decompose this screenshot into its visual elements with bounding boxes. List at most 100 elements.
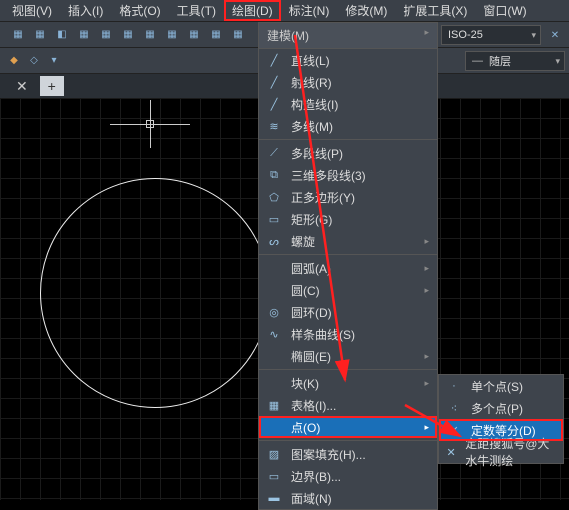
submenu-item-icon: ⁖ [445, 400, 463, 416]
tool-icon[interactable]: ▦ [8, 25, 28, 45]
menu-item-label: 边界(B)... [291, 468, 429, 485]
menu-tools[interactable]: 工具(T) [169, 0, 224, 21]
tool-dropdown-icon[interactable]: ▾ [44, 51, 64, 71]
menu-item[interactable]: ⟋ 多段线(P) [259, 142, 437, 164]
tool-icon[interactable]: ▦ [96, 25, 116, 45]
tool-icon[interactable]: ▦ [118, 25, 138, 45]
submenu-arrow-icon: ▸ [424, 236, 429, 247]
tab-new-button[interactable]: + [40, 76, 64, 96]
menu-item-label: 圆(C) [291, 282, 416, 299]
menu-item-label: 多段线(P) [291, 145, 429, 162]
submenu-arrow-icon: ▸ [424, 422, 429, 433]
menu-item-icon [265, 375, 283, 391]
menu-item-icon: ▦ [265, 397, 283, 413]
menu-item[interactable]: ▭ 矩形(G) [259, 208, 437, 230]
menu-item-icon [265, 419, 283, 435]
menubar: 视图(V) 插入(I) 格式(O) 工具(T) 绘图(D) 标注(N) 修改(M… [0, 0, 569, 22]
tool-icon[interactable]: ▦ [162, 25, 182, 45]
menu-draw[interactable]: 绘图(D) [224, 0, 281, 21]
menu-item[interactable]: ᔕ螺旋▸ [259, 230, 437, 252]
menu-item[interactable]: 点(O) ▸ [259, 416, 437, 438]
menu-item-icon: ╱ [265, 52, 283, 68]
submenu-item[interactable]: ·单个点(S) [439, 375, 563, 397]
menu-item-label: 三维多段线(3) [291, 167, 429, 184]
tool-icon[interactable]: ▦ [74, 25, 94, 45]
menu-item[interactable]: ▬面域(N) [259, 487, 437, 509]
menu-item-icon: ≋ [265, 118, 283, 134]
menu-item-icon: ⬠ [265, 189, 283, 205]
menu-item[interactable]: 椭圆(E)▸ [259, 345, 437, 367]
menu-item[interactable]: ⬠正多边形(Y) [259, 186, 437, 208]
menu-item-icon: ᔕ [265, 233, 283, 249]
menu-item[interactable]: 圆(C) ▸ [259, 279, 437, 301]
submenu-arrow-icon: ▸ [424, 351, 429, 362]
menu-item-label: 样条曲线(S) [291, 326, 429, 343]
menu-item[interactable]: 块(K)▸ [259, 372, 437, 394]
menu-item[interactable]: ≋ 多线(M) [259, 115, 437, 137]
menu-item[interactable]: ⧉ 三维多段线(3) [259, 164, 437, 186]
menu-annotate[interactable]: 标注(N) [281, 0, 338, 21]
menu-item-icon: ⧉ [265, 167, 283, 183]
menu-item-icon [265, 260, 283, 276]
draw-dropdown-menu: 建模(M) ▸ ╱直线(L)╱射线(R)╱构造线(I)≋多线(M)⟋多段线(P)… [258, 22, 438, 510]
menu-item[interactable]: 圆弧(A) ▸ [259, 257, 437, 279]
menu-item-label: 块(K) [291, 375, 416, 392]
submenu-item-label: 多个点(P) [471, 400, 523, 417]
menu-item-label: 点(O) [291, 419, 416, 436]
menu-item-label: 圆弧(A) [291, 260, 416, 277]
layer-icon[interactable]: ◆ [4, 51, 24, 71]
tab-close-button[interactable]: ✕ [8, 76, 36, 97]
submenu-item-label: 定距搜狐号@大水牛测绘 [465, 435, 555, 469]
drawn-circle[interactable] [40, 178, 270, 408]
menu-item[interactable]: ◎ 圆环(D) [259, 301, 437, 323]
menu-item-icon: ▭ [265, 468, 283, 484]
menu-item[interactable]: ╱ 构造线(I) [259, 93, 437, 115]
tool-icon[interactable]: ◧ [52, 25, 72, 45]
menu-modify[interactable]: 修改(M) [337, 0, 395, 21]
layer-icon[interactable]: ◇ [24, 51, 44, 71]
menu-item-label: 图案填充(H)... [291, 446, 429, 463]
menu-item-icon [265, 282, 283, 298]
menu-item[interactable]: ▨ 图案填充(H)... [259, 443, 437, 465]
menu-extensions[interactable]: 扩展工具(X) [395, 0, 475, 21]
menu-item[interactable]: ╱直线(L) [259, 49, 437, 71]
layer-dropdown-label: 随层 [489, 53, 511, 69]
menu-item-label: 圆环(D) [291, 304, 429, 321]
submenu-item[interactable]: ✕定距搜狐号@大水牛测绘 [439, 441, 563, 463]
submenu-arrow-icon: ▸ [424, 285, 429, 296]
menu-item-label: 构造线(I) [291, 96, 429, 113]
submenu-item-icon: · [445, 378, 463, 394]
submenu-arrow-icon: ▸ [424, 263, 429, 274]
tool-icon[interactable]: ▦ [228, 25, 248, 45]
menu-item-icon: ╱ [265, 96, 283, 112]
menu-item-label: 表格(I)... [291, 397, 429, 414]
menu-item-icon: ∿ [265, 326, 283, 342]
menu-item-icon: ▭ [265, 211, 283, 227]
modeling-header[interactable]: 建模(M) ▸ [259, 23, 437, 49]
menu-item-icon: ▨ [265, 446, 283, 462]
menu-item[interactable]: ▦ 表格(I)... [259, 394, 437, 416]
menu-format[interactable]: 格式(O) [111, 0, 168, 21]
menu-item[interactable]: ∿ 样条曲线(S) [259, 323, 437, 345]
submenu-item[interactable]: ⁖ 多个点(P) [439, 397, 563, 419]
tool-icon[interactable]: ▦ [206, 25, 226, 45]
menu-item-icon: ╱ [265, 74, 283, 90]
menu-item[interactable]: ╱射线(R) [259, 71, 437, 93]
menu-item-icon: ▬ [265, 490, 283, 506]
menu-item[interactable]: ▭ 边界(B)... [259, 465, 437, 487]
layer-dropdown[interactable]: — 随层 [465, 51, 565, 71]
menu-view[interactable]: 视图(V) [4, 0, 60, 21]
tool-icon[interactable]: ▦ [184, 25, 204, 45]
menu-item-label: 多线(M) [291, 118, 429, 135]
menu-window[interactable]: 窗口(W) [475, 0, 534, 21]
tool-icon[interactable]: ▦ [140, 25, 160, 45]
dim-icon[interactable]: ✕ [545, 25, 565, 45]
dim-style-dropdown[interactable]: ISO-25 [441, 25, 541, 45]
submenu-item-icon: ✕ [445, 444, 457, 460]
menu-item-icon: ◎ [265, 304, 283, 320]
menu-item-icon: ⟋ [265, 145, 283, 161]
menu-item-icon [265, 348, 283, 364]
menu-insert[interactable]: 插入(I) [60, 0, 111, 21]
menu-item-label: 矩形(G) [291, 211, 429, 228]
tool-icon[interactable]: ▦ [30, 25, 50, 45]
